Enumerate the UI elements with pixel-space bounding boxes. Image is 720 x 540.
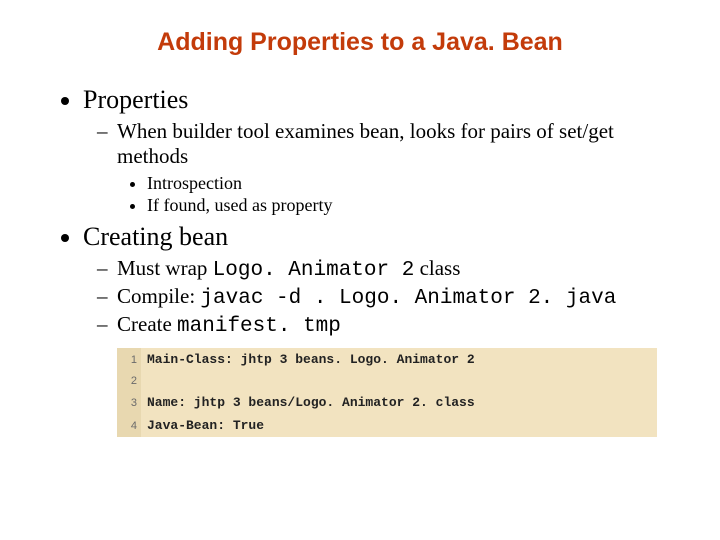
code-inline: manifest. tmp	[177, 315, 341, 338]
line-number: 4	[117, 414, 141, 437]
line-number: 2	[117, 371, 141, 391]
bullet-list: Properties When builder tool examines be…	[55, 85, 665, 338]
bullet-if-found: If found, used as property	[147, 195, 665, 216]
code-text: Java-Bean: True	[141, 414, 657, 437]
bullet-properties: Properties When builder tool examines be…	[83, 85, 665, 216]
bullet-manifest: Create manifest. tmp	[117, 312, 665, 338]
bullet-text: Create	[117, 312, 177, 336]
bullet-creating-bean: Creating bean Must wrap Logo. Animator 2…	[83, 222, 665, 338]
bullet-wrap-class: Must wrap Logo. Animator 2 class	[117, 256, 665, 282]
code-line: 4 Java-Bean: True	[117, 414, 657, 437]
code-inline: Logo. Animator 2	[213, 259, 415, 282]
code-line: 1 Main-Class: jhtp 3 beans. Logo. Animat…	[117, 348, 657, 371]
bullet-introspection: Introspection	[147, 173, 665, 194]
bullet-properties-inspect: When builder tool examines bean, looks f…	[117, 119, 665, 216]
bullet-compile: Compile: javac -d . Logo. Animator 2. ja…	[117, 284, 665, 310]
code-block: 1 Main-Class: jhtp 3 beans. Logo. Animat…	[117, 348, 657, 437]
slide-title: Adding Properties to a Java. Bean	[55, 28, 665, 57]
code-text: Main-Class: jhtp 3 beans. Logo. Animator…	[141, 348, 657, 371]
bullet-text: Creating bean	[83, 222, 228, 251]
code-text	[141, 371, 657, 391]
code-line: 2	[117, 371, 657, 391]
bullet-text: Properties	[83, 85, 188, 114]
bullet-text: When builder tool examines bean, looks f…	[117, 119, 614, 168]
bullet-text: class	[414, 256, 460, 280]
code-text: Name: jhtp 3 beans/Logo. Animator 2. cla…	[141, 391, 657, 414]
line-number: 3	[117, 391, 141, 414]
code-inline: javac -d . Logo. Animator 2. java	[200, 287, 616, 310]
line-number: 1	[117, 348, 141, 371]
bullet-text: Must wrap	[117, 256, 213, 280]
code-line: 3 Name: jhtp 3 beans/Logo. Animator 2. c…	[117, 391, 657, 414]
bullet-text: Compile:	[117, 284, 200, 308]
